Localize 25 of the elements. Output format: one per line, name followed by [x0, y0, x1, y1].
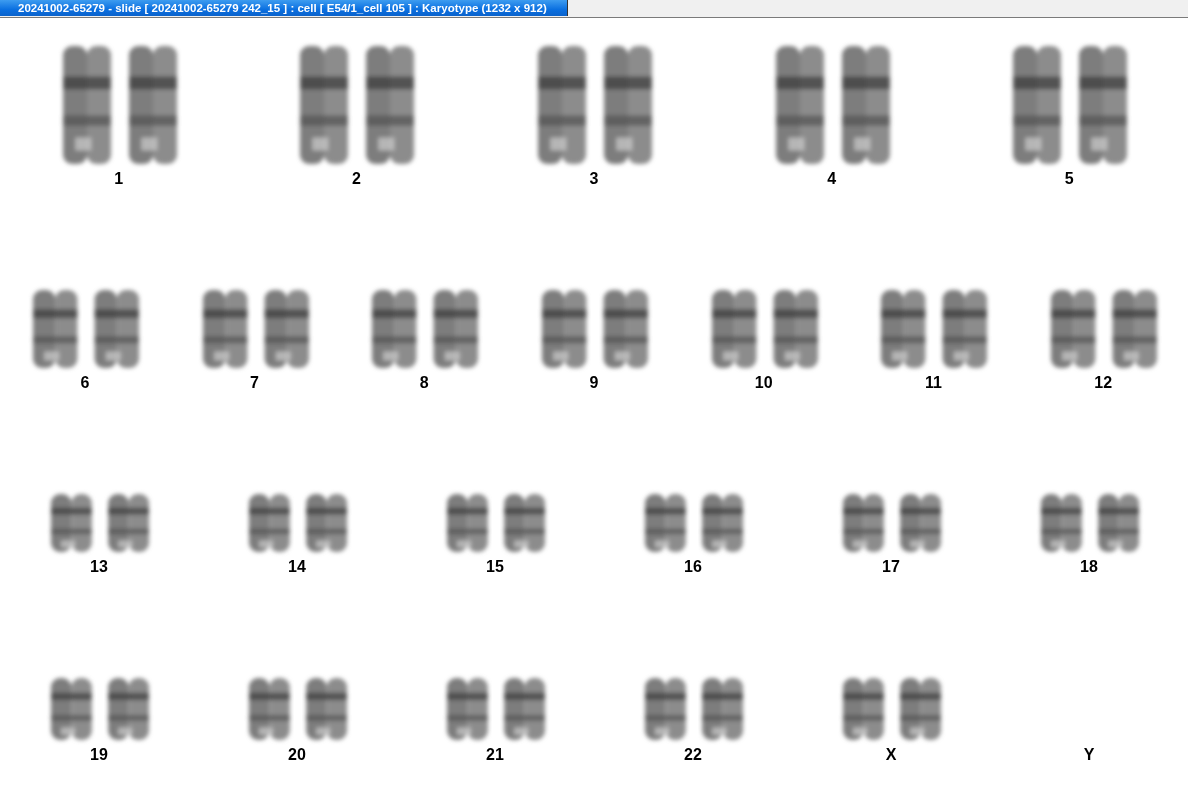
chromosome-number: 16 [684, 558, 702, 576]
chromosome-number: 4 [827, 170, 837, 188]
chromosome-number: 8 [419, 374, 429, 392]
chromosome-number: 2 [351, 170, 361, 188]
window-title[interactable]: 20241002-65279 - slide [ 20241002-65279 242_15 ] : cell [ E54/1_cell 105 ] : Karyotype (1232 x 912) [0, 0, 568, 16]
chromosome-number: 22 [684, 746, 702, 764]
chromosome-number: 1 [114, 170, 124, 188]
chromosome-number: 11 [924, 374, 942, 392]
chromosome-number: 6 [80, 374, 90, 392]
chromosome-number: 7 [250, 374, 259, 392]
chromosome-number: 3 [589, 170, 599, 188]
chromosome-number: 21 [486, 746, 504, 764]
chromosome-number: 12 [1094, 374, 1113, 392]
chromosome-number: 5 [1064, 170, 1074, 188]
chromosome-number: 14 [288, 558, 306, 576]
chromosome-number: Y [1083, 746, 1095, 764]
chromosome-number: 19 [90, 746, 108, 764]
chromosome-number: 15 [486, 558, 504, 576]
chromosome-number: 9 [589, 374, 599, 392]
chromosome-number: X [885, 746, 897, 764]
chromosome-number: 10 [754, 374, 773, 392]
chromosome-number: 17 [882, 558, 900, 576]
chromosome-number: 20 [288, 746, 306, 764]
chromosome-number: 13 [90, 558, 108, 576]
chromosome-number: 18 [1080, 558, 1098, 576]
